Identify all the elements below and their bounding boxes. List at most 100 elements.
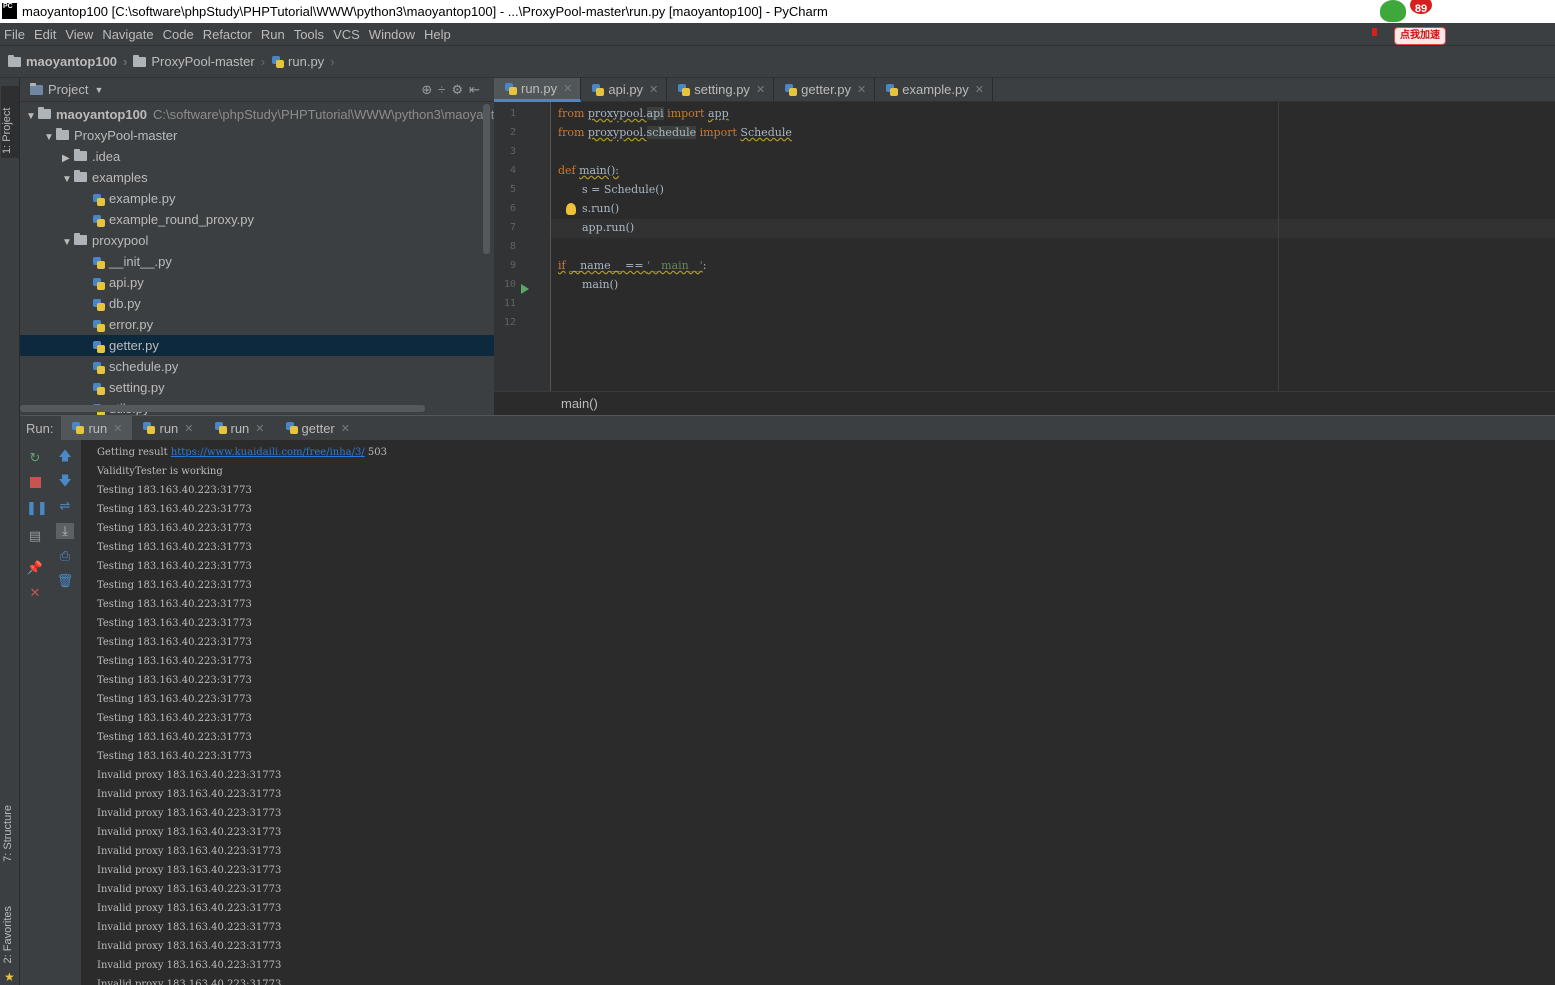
editor-gutter[interactable]: 1 2 3 4 5 6 7 8 9 10 11 12 [494,102,551,391]
wrap-icon[interactable]: ⇌ [56,498,74,514]
pin-icon[interactable]: 📌 [26,560,44,576]
pause-icon[interactable]: ❚❚ [26,500,48,516]
line-number: 1 [509,108,516,119]
code-line-9[interactable]: if __name__ == '__main__': [558,256,706,275]
trash-icon[interactable]: 🗑 [56,573,74,589]
close-icon[interactable]: ✕ [26,585,44,601]
close-icon[interactable]: ✕ [649,78,658,102]
project-view-selector[interactable]: Project [48,82,88,97]
speed-badge[interactable]: 89 点我加速 [1372,0,1448,50]
chevron-down-icon[interactable]: ▼ [62,232,74,253]
close-icon[interactable]: ✕ [975,78,984,102]
breadcrumb-project[interactable]: maoyantop100 › [8,54,127,69]
breadcrumb-folder[interactable]: ProxyPool-master › [133,54,265,69]
breadcrumb-file[interactable]: run.py › [271,54,335,69]
tree-item[interactable]: example.py [20,188,494,209]
run-gutter-icon[interactable] [521,284,529,294]
collapse-icon[interactable]: ÷ [438,82,451,97]
tab-example-py[interactable]: example.py ✕ [875,78,993,102]
tool-window-favorites[interactable]: 2: Favorites [2,906,14,963]
tree-item[interactable]: setting.py [20,377,494,398]
tree-item[interactable]: __init__.py [20,251,494,272]
locate-icon[interactable]: ⊕ [421,82,438,97]
code-line-7[interactable]: app.run() [582,218,634,237]
code-line-6[interactable]: s.run() [582,199,619,218]
tree-item[interactable]: api.py [20,272,494,293]
dump-threads-icon[interactable]: ▤ [26,528,44,544]
run-tab-3[interactable]: run ✕ [204,416,275,441]
run-tabs: Run: run ✕ run ✕ run ✕ getter ✕ [20,415,1555,441]
menu-edit[interactable]: Edit [34,27,56,42]
tree-item[interactable]: ▼ maoyantop100 C:\software\phpStudy\PHPTut… [20,104,494,125]
menu-file[interactable]: File [4,27,25,42]
menu-navigate[interactable]: Navigate [102,27,153,42]
tree-item[interactable]: error.py [20,314,494,335]
tab-label: example.py [902,82,969,97]
tree-item[interactable]: example_round_proxy.py [20,209,494,230]
settings-icon[interactable]: ⚙ [451,82,469,97]
tab-setting-py[interactable]: setting.py ✕ [667,78,775,102]
close-icon[interactable]: ✕ [756,78,765,102]
horizontal-scrollbar[interactable] [20,405,425,412]
editor-breadcrumb-item[interactable]: main() [561,396,598,411]
hide-panel-icon[interactable]: ⇤ [469,82,486,97]
menu-tools[interactable]: Tools [294,27,324,42]
run-tab-1[interactable]: run ✕ [61,415,133,441]
close-icon[interactable]: ✕ [113,422,122,435]
tool-window-structure[interactable]: 7: Structure [2,805,14,862]
rerun-icon[interactable]: ↻ [26,450,44,466]
run-tab-2[interactable]: run ✕ [132,416,203,441]
python-file-icon [92,193,106,207]
console-line: Invalid proxy 183.163.40.223:31773 [97,884,282,895]
close-icon[interactable]: ✕ [563,77,572,101]
code-line-2[interactable]: from proxypool.schedule import Schedule [558,123,792,142]
tab-api-py[interactable]: api.py ✕ [581,78,668,102]
vertical-scrollbar[interactable] [483,104,490,254]
close-icon[interactable]: ✕ [857,78,866,102]
badge-text[interactable]: 点我加速 [1394,27,1446,45]
chevron-down-icon[interactable]: ▼ [94,85,103,95]
run-tab-4[interactable]: getter ✕ [275,416,360,441]
tree-item[interactable]: ▼ proxypool [20,230,494,251]
tree-item-path: C:\software\phpStudy\PHPTutorial\WWW\pyt… [153,107,494,122]
console-output[interactable]: Getting result https://www.kuaidaili.com… [82,440,1555,985]
menu-view[interactable]: View [65,27,93,42]
tab-run-py[interactable]: run.py ✕ [494,77,582,102]
menu-run[interactable]: Run [261,27,285,42]
close-icon[interactable]: ✕ [341,422,350,435]
tree-item[interactable]: schedule.py [20,356,494,377]
lightbulb-icon[interactable] [566,203,576,215]
tab-getter-py[interactable]: getter.py ✕ [774,78,876,102]
menu-help[interactable]: Help [424,27,451,42]
chevron-down-icon[interactable]: ▼ [26,106,38,127]
stop-icon[interactable] [26,475,44,491]
chevron-right-icon[interactable]: ▶ [62,148,74,169]
tree-item[interactable]: ▶ .idea [20,146,494,167]
up-icon[interactable]: 🡅 [56,448,74,464]
close-icon[interactable]: ✕ [184,422,193,435]
tab-label: setting.py [694,82,750,97]
code-line-4[interactable]: def main(): [558,161,619,180]
menu-code[interactable]: Code [163,27,194,42]
down-icon[interactable]: 🡇 [56,473,74,489]
menu-vcs[interactable]: VCS [333,27,360,42]
tree-item[interactable]: getter.py [20,335,494,356]
chevron-down-icon[interactable]: ▼ [62,169,74,190]
tree-item[interactable]: ▼ ProxyPool-master [20,125,494,146]
code-line-10[interactable]: main() [582,275,618,294]
close-icon[interactable]: ✕ [255,422,264,435]
print-icon[interactable]: ⎙ [56,548,74,564]
python-file-icon [71,421,85,435]
console-link[interactable]: https://www.kuaidaili.com/free/inha/3/ [171,447,365,458]
scroll-end-icon[interactable]: ⤓ [56,523,74,539]
code-line-5[interactable]: s = Schedule() [582,180,664,199]
python-file-icon [92,382,106,396]
tree-item[interactable]: ▼ examples [20,167,494,188]
tool-window-project[interactable]: 1: Project [1,86,19,158]
menu-window[interactable]: Window [369,27,415,42]
menu-refactor[interactable]: Refactor [203,27,252,42]
chevron-down-icon[interactable]: ▼ [44,127,56,148]
code-line-1[interactable]: from proxypool.api import app [558,104,729,123]
console-line: Testing 183.163.40.223:31773 [97,694,252,705]
tree-item[interactable]: db.py [20,293,494,314]
